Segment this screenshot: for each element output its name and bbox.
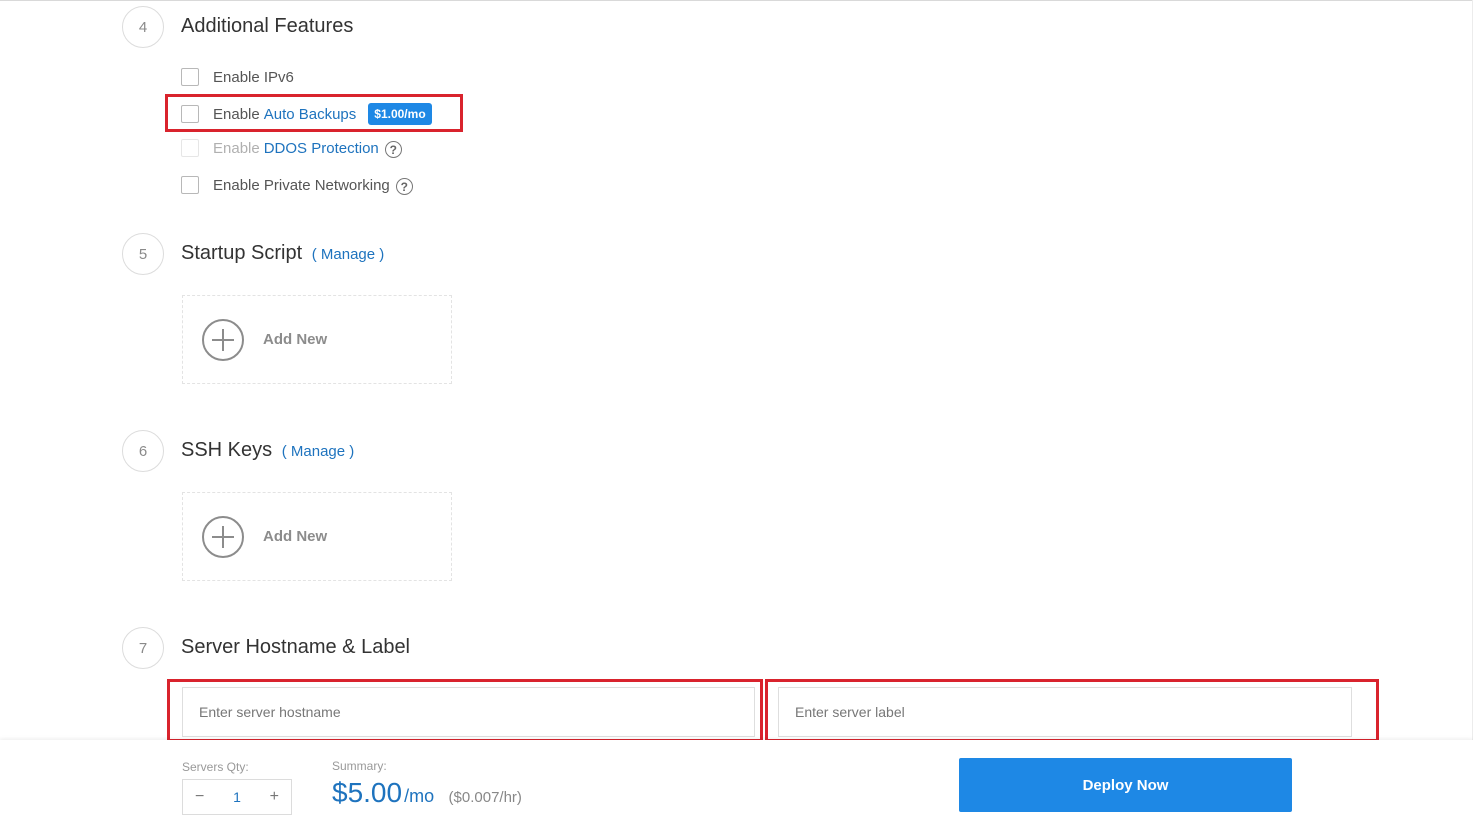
feature-label: Enable	[213, 139, 260, 157]
decrement-button[interactable]: −	[195, 788, 204, 806]
quantity-stepper: − 1 +	[182, 779, 292, 815]
summary-label: Summary:	[332, 759, 387, 773]
feature-label: Enable IPv6	[213, 68, 294, 86]
deploy-now-button[interactable]: Deploy Now	[959, 758, 1292, 812]
feature-label: Enable Private Networking	[213, 176, 390, 194]
increment-button[interactable]: +	[270, 788, 279, 806]
ddos-protection-link[interactable]: DDOS Protection	[264, 140, 379, 157]
help-icon[interactable]: ?	[384, 141, 402, 158]
feature-ddos-protection: Enable DDOS Protection ?	[181, 138, 402, 158]
step-number-4: 4	[122, 6, 164, 48]
servers-qty-label: Servers Qty:	[182, 760, 249, 774]
top-divider	[0, 0, 1473, 1]
manage-link[interactable]: Manage	[321, 246, 375, 263]
monthly-price: $5.00	[332, 777, 403, 808]
step-number-6: 6	[122, 430, 164, 472]
manage-startup-scripts: ( Manage )	[311, 246, 385, 263]
ddos-checkbox	[181, 139, 199, 157]
manage-ssh-keys: ( Manage )	[281, 443, 355, 460]
section-title-text: Startup Script	[181, 242, 303, 264]
step-number-7: 7	[122, 627, 164, 669]
help-icon[interactable]: ?	[395, 178, 413, 195]
highlight-hostname	[167, 679, 763, 742]
step-number-5: 5	[122, 233, 164, 275]
section-title-additional-features: Additional Features	[181, 15, 354, 37]
private-networking-checkbox[interactable]	[181, 176, 199, 194]
add-startup-script-card[interactable]: Add New	[182, 295, 452, 384]
plus-circle-icon	[202, 318, 244, 361]
add-new-label: Add New	[263, 331, 328, 348]
add-ssh-key-card[interactable]: Add New	[182, 492, 452, 581]
price-unit: /mo	[404, 786, 435, 806]
feature-ipv6[interactable]: Enable IPv6	[181, 68, 294, 86]
ipv6-checkbox[interactable]	[181, 68, 199, 86]
quantity-value[interactable]: 1	[233, 789, 241, 805]
section-title-text: SSH Keys	[181, 439, 273, 461]
section-title-startup-script: Startup Script ( Manage )	[181, 242, 384, 265]
hourly-price: ($0.007/hr)	[448, 789, 522, 806]
add-new-label: Add New	[263, 528, 328, 545]
feature-private-networking[interactable]: Enable Private Networking ?	[181, 175, 413, 195]
price-summary: $5.00/mo ($0.007/hr)	[332, 777, 522, 809]
manage-link[interactable]: Manage	[291, 443, 345, 460]
plus-circle-icon	[202, 515, 244, 558]
section-title-ssh-keys: SSH Keys ( Manage )	[181, 439, 354, 462]
section-title-hostname-label: Server Hostname & Label	[181, 636, 411, 658]
highlight-auto-backups	[165, 94, 463, 132]
highlight-label	[765, 679, 1379, 742]
